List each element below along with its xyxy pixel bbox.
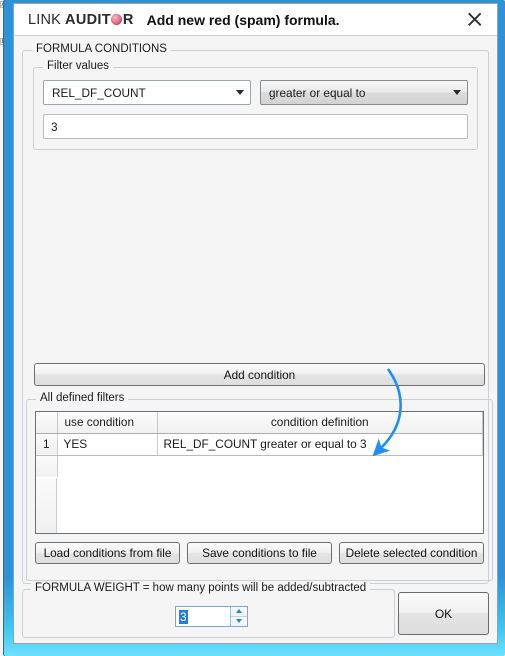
- empty-row-use: [57, 455, 157, 477]
- logo-r-text: R: [122, 11, 134, 28]
- conditions-file-buttons: Load conditions from file Save condition…: [35, 542, 484, 564]
- filter-controls-row: REL_DF_COUNT greater or equal to: [43, 80, 468, 105]
- link-auditor-logo: LINK AUDIT R: [28, 12, 134, 28]
- stepper-decrement-button[interactable]: [231, 616, 247, 626]
- brand-circle-icon: [111, 13, 123, 25]
- row-index: 1: [36, 433, 58, 456]
- formula-weight-group: FORMULA WEIGHT = how many points will be…: [22, 582, 395, 638]
- logo-link-text: LINK: [28, 11, 62, 28]
- dialog-footer: FORMULA WEIGHT = how many points will be…: [14, 582, 497, 644]
- dialog-titlebar[interactable]: LINK AUDIT R Add new red (spam) formula.: [14, 4, 497, 36]
- delete-condition-button[interactable]: Delete selected condition: [339, 542, 484, 564]
- formula-weight-value-area[interactable]: 3: [176, 607, 230, 626]
- conditions-table: use condition condition definition 1 YES…: [36, 412, 483, 477]
- empty-row-index: [36, 455, 58, 477]
- all-defined-filters-legend: All defined filters: [36, 392, 129, 404]
- screen: FILE FORMULAS DATA ANALYSIS ALL DISPLAY …: [0, 0, 505, 656]
- conditions-grid[interactable]: use condition condition definition 1 YES…: [35, 411, 484, 534]
- formula-conditions-group: FORMULA CONDITIONS Filter values REL_DF_…: [22, 43, 493, 584]
- field-select-value: REL_DF_COUNT: [52, 85, 146, 100]
- close-button[interactable]: [457, 5, 491, 35]
- add-condition-button[interactable]: Add condition: [34, 363, 485, 386]
- table-header-row: use condition condition definition: [36, 412, 483, 434]
- column-header-use-condition[interactable]: use condition: [57, 412, 158, 434]
- formula-conditions-legend: FORMULA CONDITIONS: [32, 43, 171, 55]
- table-empty-row: [36, 455, 483, 477]
- caret-up-icon: [236, 609, 242, 614]
- filter-values-group: Filter values REL_DF_COUNT greater or eq…: [33, 60, 478, 150]
- table-row[interactable]: 1 YES REL_DF_COUNT greater or equal to 3: [36, 433, 483, 456]
- field-select[interactable]: REL_DF_COUNT: [43, 80, 251, 105]
- dialog-body: FORMULA CONDITIONS Filter values REL_DF_…: [14, 36, 497, 584]
- logo-audit-text: AUDIT: [65, 11, 111, 28]
- formula-weight-stepper[interactable]: 3: [175, 606, 248, 627]
- ok-button[interactable]: OK: [398, 592, 489, 635]
- all-defined-filters-group: All defined filters use condition condit…: [26, 392, 493, 581]
- operator-select-value: greater or equal to: [269, 85, 366, 100]
- save-conditions-button[interactable]: Save conditions to file: [187, 542, 332, 564]
- column-header-index[interactable]: [36, 412, 58, 434]
- chevron-down-icon: [447, 90, 467, 95]
- row-use-condition[interactable]: YES: [57, 433, 158, 456]
- chevron-down-icon: [230, 90, 250, 95]
- close-icon: [467, 12, 481, 26]
- dialog-title: Add new red (spam) formula.: [146, 11, 340, 28]
- row-condition-definition[interactable]: REL_DF_COUNT greater or equal to 3: [157, 433, 483, 456]
- stepper-buttons: [230, 607, 247, 626]
- caret-down-icon: [236, 619, 242, 624]
- empty-row-definition: [157, 455, 483, 477]
- formula-weight-legend: FORMULA WEIGHT = how many points will be…: [31, 582, 371, 594]
- operator-select[interactable]: greater or equal to: [260, 80, 468, 105]
- filter-values-legend: Filter values: [43, 60, 113, 72]
- formula-weight-value: 3: [179, 609, 188, 624]
- filter-value-input[interactable]: [43, 114, 468, 139]
- load-conditions-button[interactable]: Load conditions from file: [35, 542, 180, 564]
- column-header-condition-definition[interactable]: condition definition: [157, 412, 483, 434]
- grid-row-header-filler: [36, 478, 57, 533]
- add-formula-dialog: LINK AUDIT R Add new red (spam) formula. …: [13, 3, 498, 644]
- stepper-increment-button[interactable]: [231, 607, 247, 617]
